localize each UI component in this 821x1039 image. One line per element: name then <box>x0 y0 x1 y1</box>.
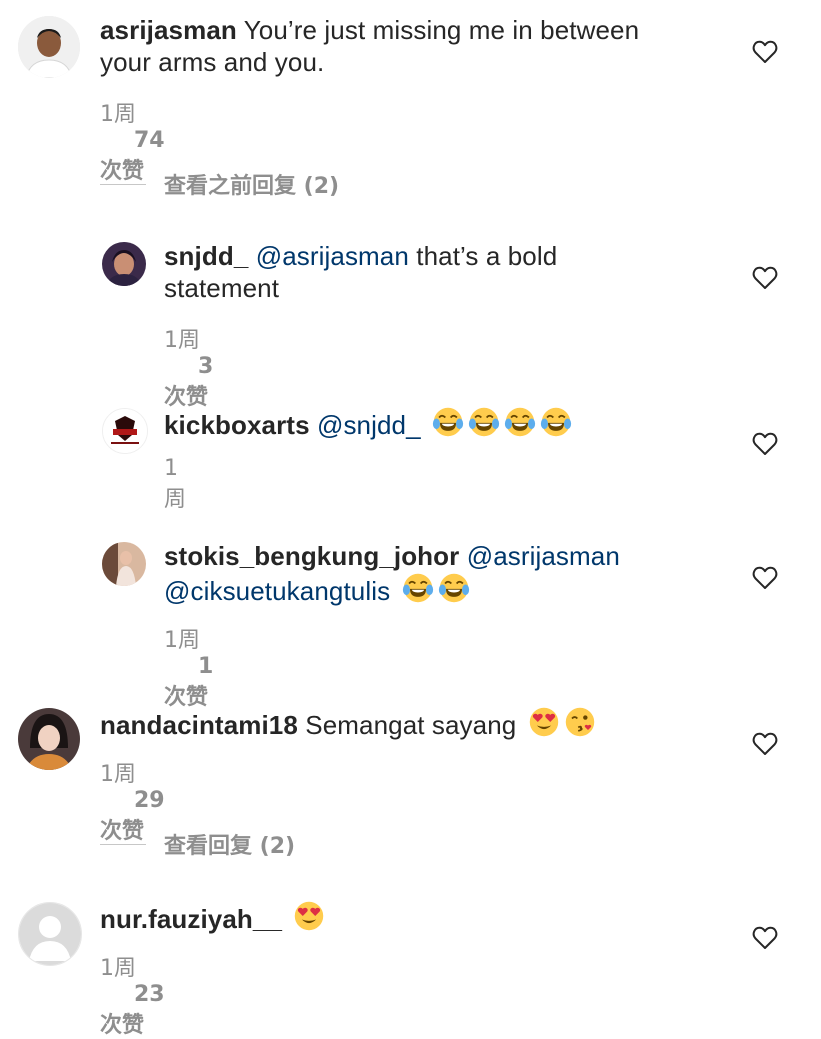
comment-body: Semangat sayang <box>305 710 517 740</box>
avatar[interactable] <box>18 16 80 78</box>
comment-body-line2: statement <box>164 273 280 303</box>
avatar[interactable] <box>102 408 148 454</box>
avatar-photo-icon <box>18 16 80 78</box>
comment-meta: 1周23 次赞 <box>100 950 165 1039</box>
likes-count[interactable]: 3 次赞 <box>164 354 213 410</box>
divider <box>100 183 146 185</box>
likes-count[interactable]: 23 次赞 <box>100 982 165 1038</box>
likes-count[interactable]: 1 次赞 <box>164 654 213 710</box>
comment-text: asrijasman You’re just missing me in bet… <box>100 14 740 78</box>
face-with-tears-of-joy-icon <box>402 572 434 604</box>
username[interactable]: nur.fauziyah__ <box>100 904 282 934</box>
face-with-tears-of-joy-icon <box>504 406 536 438</box>
heart-eyes-icon <box>293 900 325 932</box>
face-with-tears-of-joy-icon <box>468 406 500 438</box>
view-previous-replies[interactable]: 查看之前回复 (2) <box>100 168 339 200</box>
comment-meta: 1周 <box>164 456 186 513</box>
comment-text: nandacintami18 Semangat sayang <box>100 706 740 741</box>
timestamp: 1周 <box>100 762 136 787</box>
avatar[interactable] <box>102 242 146 286</box>
comment-body-line2: your arms and you. <box>100 47 325 77</box>
comment-text: kickboxarts @snjdd_ <box>164 406 744 441</box>
avatar[interactable] <box>102 542 146 586</box>
mention[interactable]: @asrijasman <box>467 541 620 571</box>
comment-body: that’s a bold <box>408 241 558 271</box>
mention[interactable]: @snjdd_ <box>317 410 421 440</box>
like-heart-icon[interactable] <box>752 432 778 456</box>
default-avatar-icon <box>19 903 81 965</box>
like-heart-icon[interactable] <box>752 926 778 950</box>
like-heart-icon[interactable] <box>752 40 778 64</box>
avatar[interactable] <box>18 902 82 966</box>
comment-meta: 1周1 次赞 <box>164 622 213 711</box>
username[interactable]: stokis_bengkung_johor <box>164 541 459 571</box>
divider <box>100 843 146 845</box>
username[interactable]: asrijasman <box>100 15 237 45</box>
comment-body: You’re just missing me in between <box>243 15 640 45</box>
avatar-photo-icon <box>18 708 80 770</box>
comment-text: snjdd_ @asrijasman that’s a bold stateme… <box>164 240 744 304</box>
like-heart-icon[interactable] <box>752 266 778 290</box>
face-with-tears-of-joy-icon <box>432 406 464 438</box>
comment-meta: 1周3 次赞 <box>164 322 213 411</box>
face-with-tears-of-joy-icon <box>540 406 572 438</box>
comment-text: stokis_bengkung_johor @asrijasman @ciksu… <box>164 540 744 607</box>
username[interactable]: snjdd_ <box>164 241 248 271</box>
username[interactable]: nandacintami18 <box>100 710 298 740</box>
face-with-tears-of-joy-icon <box>438 572 470 604</box>
view-replies[interactable]: 查看回复 (2) <box>100 828 295 860</box>
like-heart-icon[interactable] <box>752 566 778 590</box>
timestamp: 1周 <box>100 102 136 127</box>
view-replies-label[interactable]: 查看回复 (2) <box>164 828 295 860</box>
timestamp: 1周 <box>100 956 136 981</box>
avatar[interactable] <box>18 708 80 770</box>
timestamp: 1周 <box>164 628 200 653</box>
kissing-face-icon <box>564 706 596 738</box>
avatar-photo-icon <box>102 242 146 286</box>
mention[interactable]: @ciksuetukangtulis <box>164 576 390 606</box>
username[interactable]: kickboxarts <box>164 410 310 440</box>
heart-eyes-icon <box>528 706 560 738</box>
view-replies-label[interactable]: 查看之前回复 (2) <box>164 168 339 200</box>
comment-text: nur.fauziyah__ <box>100 900 740 935</box>
timestamp: 1周 <box>164 328 200 353</box>
timestamp: 1周 <box>164 456 187 512</box>
like-heart-icon[interactable] <box>752 732 778 756</box>
avatar-photo-icon <box>102 542 146 586</box>
mention[interactable]: @asrijasman <box>256 241 409 271</box>
avatar-logo-icon <box>103 409 147 453</box>
